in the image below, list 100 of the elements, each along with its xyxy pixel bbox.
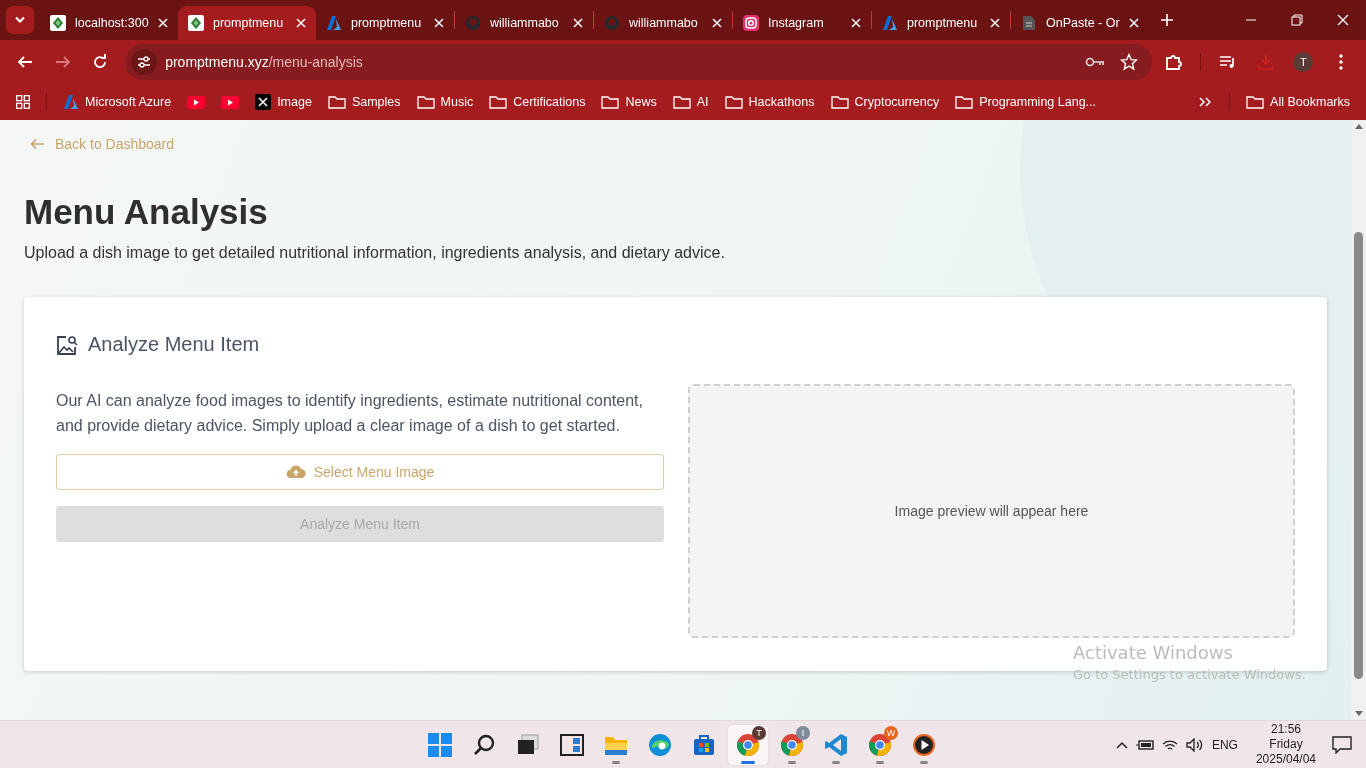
- close-icon[interactable]: [1129, 18, 1139, 28]
- folder-icon: [830, 95, 849, 109]
- scroll-thumb[interactable]: [1354, 231, 1363, 679]
- running-indicator: [876, 760, 884, 764]
- bookmark[interactable]: News: [595, 91, 663, 113]
- tab-title: promptmenu: [213, 16, 285, 30]
- clock-day[interactable]: Friday: [1269, 737, 1303, 752]
- image-search-icon: [56, 333, 78, 356]
- media-player-icon: [912, 732, 936, 757]
- bookmark[interactable]: Microsoft Azure: [57, 90, 178, 114]
- bookmark[interactable]: Image: [249, 90, 318, 114]
- folder-icon: [672, 95, 691, 109]
- folder-icon: [327, 95, 346, 109]
- tab-title: williammabo: [629, 16, 699, 30]
- close-icon[interactable]: [990, 18, 1000, 28]
- bookmark[interactable]: Programming Lang...: [949, 91, 1102, 113]
- azure-icon: [63, 94, 79, 110]
- browser-tab[interactable]: localhost:300: [40, 6, 178, 40]
- scroll-up-icon: [1354, 124, 1363, 129]
- tab-search-button[interactable]: [6, 6, 34, 34]
- clock-date[interactable]: 2025/04/04: [1255, 752, 1316, 767]
- caret-icon: [14, 16, 26, 24]
- arrow-left-icon: [30, 138, 45, 150]
- close-icon[interactable]: [573, 18, 583, 28]
- language-indicator[interactable]: ENG: [1211, 737, 1238, 752]
- running-indicator: [920, 760, 928, 764]
- chrome-icon: [736, 732, 760, 757]
- browser-tab[interactable]: williammabo: [455, 6, 593, 40]
- play-icon[interactable]: [221, 95, 240, 109]
- chevrons-icon[interactable]: [1199, 97, 1212, 107]
- close-icon[interactable]: [158, 18, 168, 28]
- speaker-icon[interactable]: [1185, 737, 1204, 752]
- windows-logo-icon: [428, 732, 452, 757]
- menu-icon[interactable]: [1339, 54, 1344, 70]
- url-text: promptmenu.xyz/menu-analysis: [165, 54, 364, 70]
- clock-time[interactable]: 21:56: [1270, 722, 1301, 737]
- running-indicator: [788, 760, 796, 764]
- browser-tab[interactable]: OnPaste - Or: [1011, 6, 1149, 40]
- tab-title: localhost:300: [75, 16, 149, 30]
- bookmark[interactable]: Hackathons: [718, 91, 821, 113]
- site-settings-icon[interactable]: [137, 56, 152, 68]
- bookmark[interactable]: Music: [410, 91, 480, 113]
- play-icon[interactable]: [187, 95, 206, 109]
- bookmark[interactable]: Cryptocurrency: [824, 91, 946, 113]
- bookmark[interactable]: AI: [666, 91, 715, 113]
- close-icon[interactable]: [296, 18, 306, 28]
- address-bar[interactable]: promptmenu.xyz/menu-analysis: [125, 44, 1153, 80]
- tab-title: OnPaste - Or: [1046, 16, 1120, 30]
- scroll-down-icon: [1354, 711, 1363, 716]
- card-heading: Analyze Menu Item: [88, 333, 260, 356]
- back-arrow-icon[interactable]: [16, 55, 33, 69]
- account-badge: I: [796, 725, 810, 740]
- taskbar-button[interactable]: T: [728, 724, 768, 765]
- scrollbar[interactable]: [1351, 120, 1366, 720]
- notification-icon[interactable]: [1332, 735, 1352, 754]
- page-title: Menu Analysis: [24, 192, 269, 232]
- bookmark[interactable]: All Bookmarks: [1240, 91, 1356, 113]
- close-icon[interactable]: [712, 18, 722, 28]
- apps-grid-icon[interactable]: [16, 95, 30, 109]
- reload-icon[interactable]: [92, 54, 109, 70]
- key-icon[interactable]: [1085, 56, 1106, 68]
- document-icon: [1021, 15, 1037, 31]
- star-icon[interactable]: [1120, 53, 1139, 71]
- bookmark[interactable]: Samples: [321, 91, 407, 113]
- close-icon[interactable]: [1337, 14, 1349, 26]
- close-icon[interactable]: [434, 18, 444, 28]
- folder-icon: [1246, 95, 1265, 109]
- x-icon: [255, 94, 272, 110]
- account-badge: W: [884, 725, 898, 740]
- folder-icon: [601, 95, 620, 109]
- browser-tab[interactable]: promptmenu: [178, 6, 316, 40]
- battery-icon[interactable]: [1135, 738, 1154, 751]
- running-indicator: [832, 760, 840, 764]
- card-description: Our AI can analyze food images to identify ingredients, estimate nutritional content, and provide dietary advice. Simply upload a clear image of a dish to get started.: [56, 391, 644, 436]
- folder-icon: [724, 95, 743, 109]
- close-icon[interactable]: [851, 18, 861, 28]
- widgets-icon: [560, 732, 584, 757]
- restore-icon[interactable]: [1291, 14, 1303, 26]
- folder-icon: [416, 95, 435, 109]
- code-editor-icon: [824, 732, 848, 757]
- task-view-icon: [516, 732, 540, 757]
- image-preview-box: Image preview will appear here: [688, 384, 1295, 638]
- chrome-icon: [780, 732, 804, 757]
- bookmark[interactable]: Certifications: [483, 91, 592, 113]
- page-subtitle: Upload a dish image to get detailed nutritional information, ingredients analysis, and dietary advice.: [24, 244, 726, 262]
- tab-title: promptmenu: [907, 16, 979, 30]
- browser-tab[interactable]: williammabo: [594, 6, 732, 40]
- browser-tab[interactable]: Instagram: [733, 6, 871, 40]
- browser-tab[interactable]: promptmenu: [316, 6, 454, 40]
- puzzle-icon[interactable]: [1164, 53, 1183, 71]
- profile-avatar[interactable]: T: [1293, 52, 1314, 72]
- chevron-up-icon[interactable]: [1115, 740, 1128, 749]
- plus-icon[interactable]: [1160, 13, 1174, 27]
- azure-icon: [882, 15, 898, 31]
- running-indicator: [741, 760, 755, 764]
- browser-tab[interactable]: promptmenu: [872, 6, 1010, 40]
- forward-arrow-icon[interactable]: [54, 55, 71, 69]
- account-badge: T: [752, 725, 766, 740]
- search-icon: [472, 732, 496, 757]
- tab-title: Instagram: [768, 16, 825, 30]
